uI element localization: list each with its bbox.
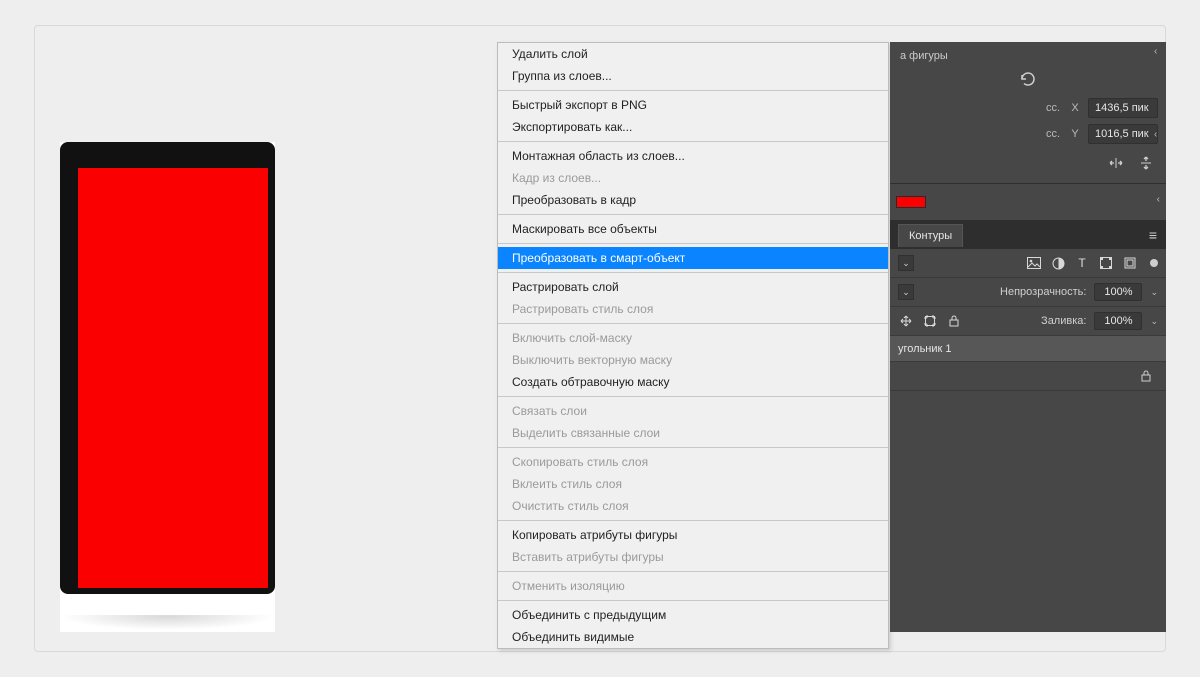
opacity-label: Непрозрачность:	[1000, 286, 1086, 298]
filter-smart-icon[interactable]	[1122, 255, 1138, 271]
menu-item[interactable]: Растрировать слой	[498, 276, 888, 298]
lock-move-icon[interactable]	[898, 313, 914, 329]
menu-item: Отменить изоляцию	[498, 575, 888, 597]
fill-color-swatch[interactable]	[896, 196, 926, 208]
y-label: Y	[1068, 128, 1082, 140]
menu-separator	[498, 520, 888, 521]
y-value-field[interactable]: 1016,5 пик	[1088, 124, 1158, 144]
menu-item: Включить слой-маску	[498, 327, 888, 349]
reset-transform-button[interactable]	[898, 72, 1158, 89]
filter-text-icon[interactable]: T	[1074, 255, 1090, 271]
menu-separator	[498, 447, 888, 448]
menu-item: Вставить атрибуты фигуры	[498, 546, 888, 568]
menu-separator	[498, 600, 888, 601]
paths-tab[interactable]: Контуры	[898, 224, 963, 247]
lock-artboard-icon[interactable]	[922, 313, 938, 329]
menu-item: Скопировать стиль слоя	[498, 451, 888, 473]
background-lock-row	[890, 362, 1166, 391]
reset-icon	[1019, 72, 1037, 86]
menu-item[interactable]: Экспортировать как...	[498, 116, 888, 138]
panel-menu-icon[interactable]: ≡	[1149, 227, 1158, 243]
layer-row-selected[interactable]: угольник 1	[890, 336, 1166, 362]
menu-item[interactable]: Удалить слой	[498, 43, 888, 65]
menu-item: Очистить стиль слоя	[498, 495, 888, 517]
menu-item: Растрировать стиль слоя	[498, 298, 888, 320]
filter-image-icon[interactable]	[1026, 255, 1042, 271]
menu-separator	[498, 141, 888, 142]
x-label: X	[1068, 102, 1082, 114]
lock-icon	[1138, 368, 1154, 384]
y-unit-suffix: cc.	[1046, 128, 1060, 140]
panel-collapse-caret[interactable]: ‹	[1154, 46, 1164, 57]
layer-context-menu: Удалить слойГруппа из слоев... Быстрый эк…	[497, 42, 889, 649]
monitor-shadow	[60, 615, 275, 630]
menu-separator	[498, 214, 888, 215]
menu-item[interactable]: Монтажная область из слоев...	[498, 145, 888, 167]
fill-caret[interactable]: ⌄	[1150, 316, 1158, 327]
opacity-value-field[interactable]: 100%	[1094, 283, 1142, 301]
red-rectangle-shape[interactable]	[78, 168, 268, 588]
properties-tab-label: а фигуры	[898, 48, 1158, 68]
panel-collapse-caret-2[interactable]: ‹	[1154, 129, 1164, 140]
menu-item: Выделить связанные слои	[498, 422, 888, 444]
flip-horizontal-icon[interactable]	[1108, 155, 1124, 171]
fill-color-row: ‹	[890, 184, 1166, 221]
menu-item[interactable]: Копировать атрибуты фигуры	[498, 524, 888, 546]
lock-all-icon[interactable]	[946, 313, 962, 329]
filter-adjust-icon[interactable]	[1050, 255, 1066, 271]
menu-item[interactable]: Объединить видимые	[498, 626, 888, 648]
right-panel-stack: ‹ ‹ а фигуры cc. X 1436,5 пик cc. Y 1016…	[890, 42, 1166, 632]
menu-item[interactable]: Быстрый экспорт в PNG	[498, 94, 888, 116]
menu-item: Вклеить стиль слоя	[498, 473, 888, 495]
menu-item[interactable]: Группа из слоев...	[498, 65, 888, 87]
menu-separator	[498, 323, 888, 324]
menu-separator	[498, 272, 888, 273]
menu-item[interactable]: Преобразовать в кадр	[498, 189, 888, 211]
menu-item: Выключить векторную маску	[498, 349, 888, 371]
x-value-field[interactable]: 1436,5 пик	[1088, 98, 1158, 118]
panel-collapse-caret-3[interactable]: ‹	[1157, 194, 1160, 205]
layer-filter-dropdown[interactable]: ⌄	[898, 255, 914, 271]
x-position-row: cc. X 1436,5 пик	[898, 97, 1158, 119]
layers-panel-header: Контуры ≡	[890, 221, 1166, 249]
menu-item[interactable]: Создать обтравочную маску	[498, 371, 888, 393]
fill-value-field[interactable]: 100%	[1094, 312, 1142, 330]
opacity-row: ⌄ Непрозрачность: 100% ⌄	[890, 278, 1166, 307]
menu-separator	[498, 90, 888, 91]
menu-separator	[498, 571, 888, 572]
shape-properties-panel: ‹ ‹ а фигуры cc. X 1436,5 пик cc. Y 1016…	[890, 42, 1166, 184]
menu-separator	[498, 396, 888, 397]
menu-item[interactable]: Маскировать все объекты	[498, 218, 888, 240]
menu-separator	[498, 243, 888, 244]
opacity-caret[interactable]: ⌄	[1150, 287, 1158, 298]
layer-filter-row: ⌄ T	[890, 249, 1166, 278]
menu-item[interactable]: Объединить с предыдущим	[498, 604, 888, 626]
menu-item: Кадр из слоев...	[498, 167, 888, 189]
y-position-row: cc. Y 1016,5 пик	[898, 123, 1158, 145]
filter-toggle-icon[interactable]	[1150, 259, 1158, 267]
layer-name: угольник 1	[898, 343, 952, 355]
flip-vertical-icon[interactable]	[1138, 155, 1154, 171]
lock-fill-row: Заливка: 100% ⌄	[890, 307, 1166, 336]
menu-item[interactable]: Преобразовать в смарт-объект	[498, 247, 888, 269]
fill-label: Заливка:	[1041, 315, 1086, 327]
filter-shape-icon[interactable]	[1098, 255, 1114, 271]
menu-item: Связать слои	[498, 400, 888, 422]
x-unit-suffix: cc.	[1046, 102, 1060, 114]
blend-mode-dropdown[interactable]: ⌄	[898, 284, 914, 300]
